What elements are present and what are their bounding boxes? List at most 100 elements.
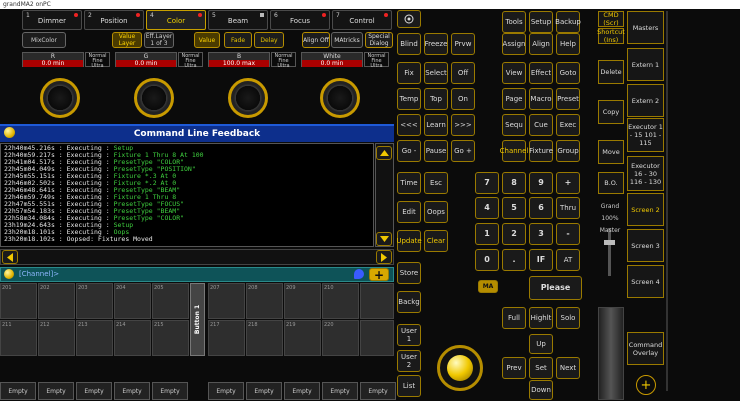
set-key[interactable]: Set — [529, 357, 553, 379]
delete-key[interactable]: Delete — [598, 60, 624, 84]
numpad-if[interactable]: IF — [529, 249, 553, 271]
empty-executor[interactable]: Empty — [114, 382, 150, 400]
numpad-minus[interactable]: - — [556, 223, 580, 245]
encoder-resolution-b[interactable]: Normal Fine Ultra — [271, 52, 296, 69]
fix-key[interactable]: Fix — [397, 62, 421, 84]
view-button-4[interactable]: Executor 1 - 15 101 - 115 — [627, 118, 664, 152]
numpad-k0[interactable]: 0 — [475, 249, 499, 271]
target-icon[interactable] — [397, 10, 421, 28]
special-dialog-button[interactable]: Special Dialog — [365, 32, 393, 48]
select-key[interactable]: Select — [424, 62, 448, 84]
grid-cell[interactable]: 220 — [322, 320, 359, 356]
learn-key[interactable]: Learn — [424, 114, 448, 136]
next-key[interactable]: Next — [556, 357, 580, 379]
empty-executor[interactable]: Empty — [152, 382, 188, 400]
view-button-9[interactable]: Command Overlay — [627, 332, 664, 365]
shortcut-key[interactable]: Shortcut (Ins) — [597, 28, 625, 44]
tab-beam[interactable]: 5 Beam — [208, 10, 268, 30]
goto-key[interactable]: Goto — [556, 62, 580, 84]
grid-cell[interactable]: 213 — [76, 320, 113, 356]
numpad-at[interactable]: AT — [556, 249, 580, 271]
empty-executor[interactable]: Empty — [284, 382, 320, 400]
empty-executor[interactable]: Empty — [246, 382, 282, 400]
attribute-r[interactable]: R 0.0 min — [22, 52, 84, 67]
tab-dimmer[interactable]: 1 Dimmer — [22, 10, 82, 30]
attribute-b[interactable]: B 100.0 max — [208, 52, 270, 67]
empty-executor[interactable]: Empty — [76, 382, 112, 400]
numpad-k5[interactable]: 5 — [502, 197, 526, 219]
empty-executor[interactable]: Empty — [322, 382, 358, 400]
attribute-white[interactable]: White 0.0 min — [301, 52, 363, 67]
time-key[interactable]: Time — [397, 172, 421, 194]
grid-cell[interactable]: 202 — [38, 283, 75, 319]
grid-cell[interactable]: 208 — [246, 283, 283, 319]
encoder-knob-r[interactable] — [40, 78, 80, 118]
align-button[interactable]: Align Off — [302, 32, 330, 48]
scroll-right-icon[interactable] — [376, 250, 392, 264]
pause-key[interactable]: Pause — [424, 140, 448, 162]
command-line-input[interactable]: [Channel]> — [19, 270, 59, 278]
macro-key[interactable]: Macro — [529, 88, 553, 110]
view-button-5[interactable]: Executor 16 - 30 116 - 130 — [627, 156, 664, 191]
blind-key[interactable]: Blind — [397, 33, 421, 55]
encoder-knob-b[interactable] — [228, 78, 268, 118]
grid-cell[interactable]: 214 — [114, 320, 151, 356]
page-key[interactable]: Page — [502, 88, 526, 110]
grid-cell[interactable]: 209 — [284, 283, 321, 319]
oops-key[interactable]: Oops — [424, 201, 448, 223]
view-button-7[interactable]: Screen 3 — [627, 229, 664, 262]
value-layer-button[interactable]: Value Layer — [112, 32, 142, 48]
edit-key[interactable]: Edit — [397, 201, 421, 223]
grid-cell[interactable]: 210 — [322, 283, 359, 319]
numpad-k4[interactable]: 4 — [475, 197, 499, 219]
group-key[interactable]: Group — [556, 140, 580, 162]
encoder-knob-white[interactable] — [320, 78, 360, 118]
effect-key[interactable]: Effect — [529, 62, 553, 84]
feedback-yellow-ball-icon[interactable] — [4, 127, 15, 138]
up-key[interactable]: Up — [529, 334, 553, 354]
delay-button[interactable]: Delay — [254, 32, 284, 48]
move-key[interactable]: Move — [598, 140, 624, 164]
tab-control[interactable]: 7 Control — [332, 10, 392, 30]
top-key[interactable]: Top — [424, 88, 448, 110]
down-key[interactable]: Down — [529, 380, 553, 400]
grid-cell[interactable] — [360, 283, 394, 319]
matricks-button[interactable]: MAtricks — [331, 32, 363, 48]
user2-key[interactable]: User 2 — [397, 350, 421, 372]
setup-key[interactable]: Setup — [529, 11, 553, 33]
grid-cell[interactable]: 217 — [208, 320, 245, 356]
prev3-key[interactable]: <<< — [397, 114, 421, 136]
grid-cell[interactable] — [360, 320, 394, 356]
store-key[interactable]: Store — [397, 262, 421, 284]
view-button-6[interactable]: Screen 2 — [627, 193, 664, 226]
add-circle-icon[interactable]: + — [636, 375, 656, 395]
value-button[interactable]: Value — [194, 32, 220, 48]
align-key[interactable]: Align — [529, 33, 553, 55]
highlt-key[interactable]: Highlt — [529, 307, 553, 329]
tools-key[interactable]: Tools — [502, 11, 526, 33]
exec-key[interactable]: Exec — [556, 114, 580, 136]
empty-executor[interactable]: Empty — [208, 382, 244, 400]
empty-executor[interactable]: Empty — [360, 382, 396, 400]
effect-layer-button[interactable]: Eff.Layer 1 of 3 — [144, 32, 174, 48]
empty-executor[interactable]: Empty — [0, 382, 36, 400]
attribute-g[interactable]: G 0.0 min — [115, 52, 177, 67]
cmd-key[interactable]: CMD (Scr) — [598, 11, 624, 27]
cmdline-yellow-ball-icon[interactable] — [4, 269, 14, 279]
numpad-k7[interactable]: 7 — [475, 172, 499, 194]
scroll-left-icon[interactable] — [2, 250, 18, 264]
grid-cell[interactable]: 218 — [246, 320, 283, 356]
tab-focus[interactable]: 6 Focus — [270, 10, 330, 30]
prev-key[interactable]: Prev — [502, 357, 526, 379]
backg-key[interactable]: Backg — [397, 291, 421, 313]
grid-cell[interactable]: 205 — [152, 283, 189, 319]
view-key[interactable]: View — [502, 62, 526, 84]
backup-key[interactable]: Backup — [555, 11, 581, 33]
numpad-dot[interactable]: . — [502, 249, 526, 271]
mixcolor-button[interactable]: MixColor — [22, 32, 66, 48]
encoder-resolution-white[interactable]: Normal Fine Ultra — [364, 52, 389, 69]
freeze-key[interactable]: Freeze — [424, 33, 448, 55]
prvw-key[interactable]: Prvw — [451, 33, 475, 55]
view-button-2[interactable]: Extern 1 — [627, 48, 664, 81]
button-1-fader[interactable]: Button 1 — [190, 283, 205, 356]
